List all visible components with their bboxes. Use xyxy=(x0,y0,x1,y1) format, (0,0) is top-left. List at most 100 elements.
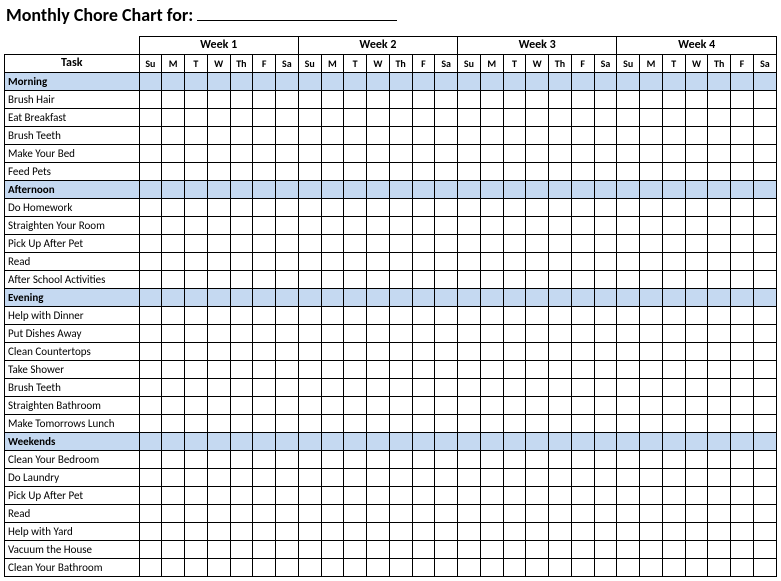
checkbox-cell[interactable] xyxy=(185,91,208,109)
checkbox-cell[interactable] xyxy=(594,271,617,289)
checkbox-cell[interactable] xyxy=(230,253,253,271)
checkbox-cell[interactable] xyxy=(367,451,390,469)
checkbox-cell[interactable] xyxy=(594,451,617,469)
checkbox-cell[interactable] xyxy=(458,487,481,505)
checkbox-cell[interactable] xyxy=(276,163,299,181)
checkbox-cell[interactable] xyxy=(435,235,458,253)
checkbox-cell[interactable] xyxy=(526,415,549,433)
checkbox-cell[interactable] xyxy=(344,505,367,523)
checkbox-cell[interactable] xyxy=(435,523,458,541)
checkbox-cell[interactable] xyxy=(230,307,253,325)
checkbox-cell[interactable] xyxy=(389,523,412,541)
checkbox-cell[interactable] xyxy=(617,91,640,109)
checkbox-cell[interactable] xyxy=(753,469,776,487)
checkbox-cell[interactable] xyxy=(207,379,230,397)
checkbox-cell[interactable] xyxy=(298,523,321,541)
checkbox-cell[interactable] xyxy=(367,415,390,433)
checkbox-cell[interactable] xyxy=(162,487,185,505)
checkbox-cell[interactable] xyxy=(367,145,390,163)
checkbox-cell[interactable] xyxy=(753,253,776,271)
checkbox-cell[interactable] xyxy=(321,379,344,397)
checkbox-cell[interactable] xyxy=(139,379,162,397)
checkbox-cell[interactable] xyxy=(549,307,572,325)
checkbox-cell[interactable] xyxy=(617,451,640,469)
checkbox-cell[interactable] xyxy=(753,199,776,217)
checkbox-cell[interactable] xyxy=(412,523,435,541)
checkbox-cell[interactable] xyxy=(503,379,526,397)
checkbox-cell[interactable] xyxy=(503,451,526,469)
checkbox-cell[interactable] xyxy=(753,109,776,127)
checkbox-cell[interactable] xyxy=(731,91,754,109)
checkbox-cell[interactable] xyxy=(276,415,299,433)
checkbox-cell[interactable] xyxy=(276,145,299,163)
checkbox-cell[interactable] xyxy=(389,325,412,343)
checkbox-cell[interactable] xyxy=(367,127,390,145)
checkbox-cell[interactable] xyxy=(253,253,276,271)
checkbox-cell[interactable] xyxy=(253,397,276,415)
checkbox-cell[interactable] xyxy=(298,253,321,271)
checkbox-cell[interactable] xyxy=(185,343,208,361)
checkbox-cell[interactable] xyxy=(571,325,594,343)
checkbox-cell[interactable] xyxy=(526,235,549,253)
checkbox-cell[interactable] xyxy=(662,361,685,379)
checkbox-cell[interactable] xyxy=(594,253,617,271)
checkbox-cell[interactable] xyxy=(389,109,412,127)
checkbox-cell[interactable] xyxy=(753,127,776,145)
checkbox-cell[interactable] xyxy=(617,235,640,253)
checkbox-cell[interactable] xyxy=(640,559,663,577)
checkbox-cell[interactable] xyxy=(367,307,390,325)
checkbox-cell[interactable] xyxy=(731,451,754,469)
checkbox-cell[interactable] xyxy=(480,217,503,235)
checkbox-cell[interactable] xyxy=(571,541,594,559)
checkbox-cell[interactable] xyxy=(298,379,321,397)
checkbox-cell[interactable] xyxy=(344,487,367,505)
checkbox-cell[interactable] xyxy=(526,199,549,217)
checkbox-cell[interactable] xyxy=(367,217,390,235)
checkbox-cell[interactable] xyxy=(662,415,685,433)
checkbox-cell[interactable] xyxy=(276,253,299,271)
checkbox-cell[interactable] xyxy=(526,469,549,487)
checkbox-cell[interactable] xyxy=(503,397,526,415)
checkbox-cell[interactable] xyxy=(617,217,640,235)
checkbox-cell[interactable] xyxy=(640,361,663,379)
checkbox-cell[interactable] xyxy=(617,271,640,289)
checkbox-cell[interactable] xyxy=(162,523,185,541)
checkbox-cell[interactable] xyxy=(389,379,412,397)
checkbox-cell[interactable] xyxy=(298,217,321,235)
checkbox-cell[interactable] xyxy=(526,253,549,271)
checkbox-cell[interactable] xyxy=(389,361,412,379)
checkbox-cell[interactable] xyxy=(458,469,481,487)
checkbox-cell[interactable] xyxy=(344,541,367,559)
checkbox-cell[interactable] xyxy=(207,145,230,163)
checkbox-cell[interactable] xyxy=(389,235,412,253)
checkbox-cell[interactable] xyxy=(344,253,367,271)
checkbox-cell[interactable] xyxy=(162,91,185,109)
checkbox-cell[interactable] xyxy=(185,145,208,163)
checkbox-cell[interactable] xyxy=(526,343,549,361)
checkbox-cell[interactable] xyxy=(753,145,776,163)
checkbox-cell[interactable] xyxy=(321,505,344,523)
checkbox-cell[interactable] xyxy=(662,487,685,505)
checkbox-cell[interactable] xyxy=(617,109,640,127)
checkbox-cell[interactable] xyxy=(503,307,526,325)
checkbox-cell[interactable] xyxy=(321,397,344,415)
checkbox-cell[interactable] xyxy=(162,415,185,433)
checkbox-cell[interactable] xyxy=(526,487,549,505)
checkbox-cell[interactable] xyxy=(617,145,640,163)
checkbox-cell[interactable] xyxy=(253,217,276,235)
checkbox-cell[interactable] xyxy=(389,199,412,217)
checkbox-cell[interactable] xyxy=(389,163,412,181)
checkbox-cell[interactable] xyxy=(503,235,526,253)
checkbox-cell[interactable] xyxy=(549,325,572,343)
checkbox-cell[interactable] xyxy=(458,361,481,379)
checkbox-cell[interactable] xyxy=(662,559,685,577)
checkbox-cell[interactable] xyxy=(549,199,572,217)
checkbox-cell[interactable] xyxy=(480,541,503,559)
checkbox-cell[interactable] xyxy=(571,109,594,127)
checkbox-cell[interactable] xyxy=(549,109,572,127)
checkbox-cell[interactable] xyxy=(549,397,572,415)
checkbox-cell[interactable] xyxy=(549,361,572,379)
checkbox-cell[interactable] xyxy=(367,271,390,289)
checkbox-cell[interactable] xyxy=(230,379,253,397)
checkbox-cell[interactable] xyxy=(480,325,503,343)
